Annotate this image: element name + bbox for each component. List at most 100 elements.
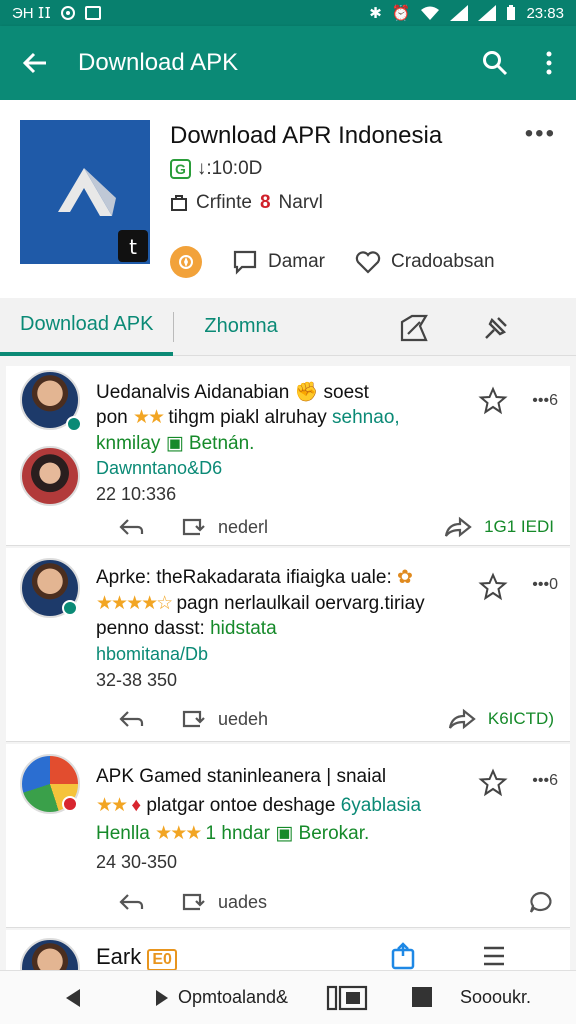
post-line-link[interactable]: Berokar. [299,823,370,844]
rating-stars: ★★ [96,795,128,816]
pin-icon[interactable] [480,312,512,344]
post-line: pon ★★ tihgm piakl alruhay sehnao, [96,406,400,429]
tag-icon [171,195,187,211]
post-line-link[interactable]: Betnán. [189,433,255,454]
share-count: K6ICTD) [487,709,554,728]
upload-icon[interactable] [390,942,416,970]
badge-icon [62,796,78,812]
retweet-icon[interactable] [166,708,218,730]
avatar[interactable] [20,446,80,506]
tab-second[interactable]: Zhomna [173,311,307,342]
post-actions: uedeh K6ICTD) [96,708,554,730]
post-line-text: pagn nerlaulkail oervarg.tiriay [176,593,425,614]
verified-icon [62,600,78,616]
post-title-text: Eark [96,944,142,969]
tab-download-apk[interactable]: Download APK [0,298,174,356]
post-line: ★★ ♦ platgar ontoe deshage 6yablasia [96,795,422,816]
compass-button[interactable] [170,246,202,278]
header-more-button[interactable]: ••• [525,120,556,148]
bottom-item-1-label: Opmtoaland& [178,987,289,1007]
post-line: ★★★★☆ pagn nerlaulkail oervarg.tiriay [96,592,425,615]
app-logo-icon: t [20,120,150,264]
play-icon [156,989,168,1006]
comment-icon [233,250,257,275]
avatar[interactable] [20,938,80,970]
search-button[interactable] [468,26,522,100]
battery-icon [507,5,516,20]
post-more-button[interactable]: •••6 [532,392,558,410]
post-source[interactable]: hbomitana/Db [96,644,208,665]
arrow-left-icon [22,52,46,74]
post-action-label: nederl [218,516,269,537]
heart-icon [355,251,381,274]
category-prefix: Crfinte [196,192,252,213]
post-actions: uades [96,890,554,914]
page-title: Download APK [78,49,239,76]
nav-back-icon[interactable] [62,987,84,1009]
post-source[interactable]: Dawnntano&D6 [96,458,222,479]
favorite-action[interactable]: Cradoabsan [355,250,495,274]
wifi-icon [421,6,440,20]
post-title: APK Gamed staninleanera | snaial [96,766,387,787]
feed-post[interactable]: Aprke: theRakadarata ifiaigka uale: ✿ ★★… [6,548,570,742]
status-time: 23:83 [526,4,564,22]
gallery-icon[interactable] [326,985,368,1011]
rating-stars: ★★ [132,407,165,428]
comment-action[interactable]: Damar [232,249,325,275]
reply-icon[interactable] [96,516,166,538]
chat-bubble-icon[interactable] [528,890,554,914]
post-title: Eark E0 [96,944,177,970]
share-count: 1G1 IEDI [484,517,554,536]
version-badge: G [170,159,191,179]
comment-label: Damar [268,251,326,272]
feed: Uedanalvis Aidanabian ✊ soest pon ★★ tih… [0,356,576,970]
app-name: Download APR Indonesia [170,122,443,149]
reply-icon[interactable] [96,708,166,730]
post-title: Uedanalvis Aidanabian ✊ soest [96,382,369,403]
feed-post[interactable]: Eark E0 [6,930,570,970]
post-title-suffix: soest [323,382,369,403]
reply-icon[interactable] [96,891,166,913]
retweet-icon[interactable] [166,516,218,538]
overflow-menu-button[interactable] [522,26,576,100]
bottom-navigation: Opmtoaland& Soooukr. [0,970,576,1024]
stop-icon[interactable] [410,985,434,1009]
back-button[interactable] [0,26,70,100]
more-vert-icon [546,51,552,75]
rating-stars: ★★★★☆ [96,593,173,614]
bottom-item-2[interactable]: Soooukr. [460,987,531,1008]
status-bar: ЭН 𝖨𝖨 ✱ ⏰ 23:83 [0,0,576,26]
edit-icon[interactable] [398,312,430,344]
bottom-item-1[interactable]: Opmtoaland& [154,987,288,1008]
signal-icon [450,5,469,21]
feed-post[interactable]: APK Gamed staninleanera | snaial ★★ ♦ pl… [6,744,570,928]
post-time: 24 30-350 [96,852,178,872]
star-outline-icon[interactable] [478,768,508,798]
version-text: ↓:10:0D [196,158,263,179]
star-outline-icon[interactable] [478,386,508,416]
post-line-text: knmilay [96,433,161,454]
category-suffix: Narvl [278,192,323,213]
share-icon[interactable] [444,516,472,538]
post-line-prefix: pon [96,407,128,428]
retweet-icon[interactable] [166,891,218,913]
feed-post[interactable]: Uedanalvis Aidanabian ✊ soest pon ★★ tih… [6,366,570,546]
verified-icon [66,416,82,432]
refresh-share-icon[interactable] [448,708,476,730]
post-line-link[interactable]: 6yablasia [341,795,421,816]
post-line: Henlla ★★★ 1 hndar ▣ Berokar. [96,822,369,845]
star-outline-icon[interactable] [478,572,508,602]
list-icon[interactable] [480,942,508,970]
category-number: 8 [259,192,271,213]
post-line-link[interactable]: sehnao, [332,407,400,428]
rating-stars: ★★★ [155,823,202,844]
post-more-button[interactable]: •••6 [532,772,558,790]
notification-icon [85,6,102,20]
document-icon: ▣ [275,823,294,844]
post-line-link[interactable]: hidstata [210,618,277,639]
header-actions: Damar Cradoabsan [170,246,495,278]
post-action-label: uedeh [218,708,269,729]
post-title: Aprke: theRakadarata ifiaigka uale: ✿ [96,567,413,588]
settings-status-icon [61,6,76,20]
post-more-button[interactable]: •••0 [532,576,558,594]
